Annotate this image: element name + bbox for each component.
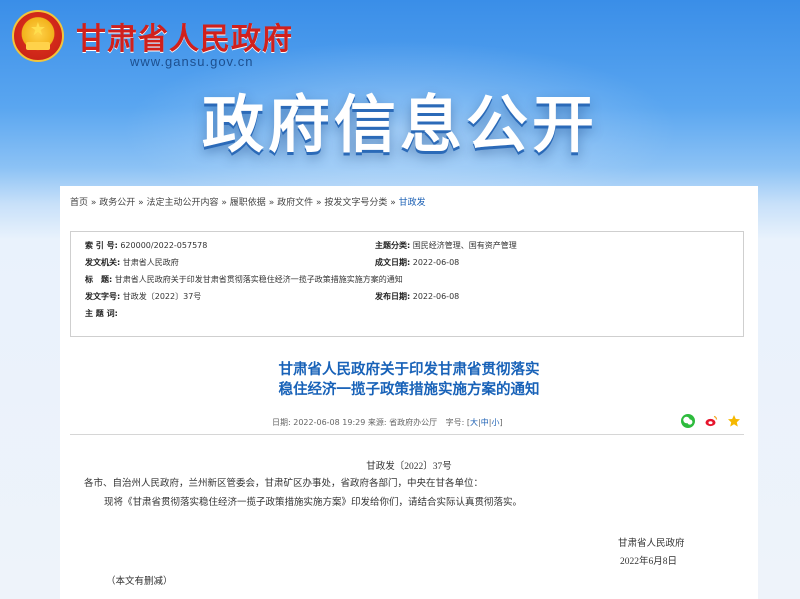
meta-created: 成文日期: 2022-06-08	[375, 257, 459, 268]
article-title: 甘肃省人民政府关于印发甘肃省贯彻落实 稳住经济一揽子政策措施实施方案的通知	[60, 360, 758, 400]
meta-title-label: 标 题:	[85, 275, 113, 284]
meta-published-value: 2022-06-08	[412, 292, 460, 301]
signature: 甘肃省人民政府	[618, 539, 685, 549]
font-size-large-button[interactable]: 大	[470, 418, 478, 427]
article-title-line-1: 甘肃省人民政府关于印发甘肃省贯彻落实	[278, 362, 540, 378]
meta-published: 发布日期: 2022-06-08	[375, 291, 459, 302]
breadcrumb-item-gov-docs[interactable]: 政府文件	[277, 198, 313, 208]
document-metadata-box: 索 引 号: 620000/2022-057578 主题分类: 国民经济管理、国…	[70, 231, 744, 337]
meta-keywords: 主 题 词:	[85, 308, 118, 319]
site-title[interactable]: 甘肃省人民政府	[76, 14, 293, 58]
wechat-icon[interactable]	[681, 414, 695, 428]
recipients: 各市、自治州人民政府，兰州新区管委会，甘肃矿区办事处，省政府各部门，中央在甘各单…	[84, 479, 484, 489]
sign-date: 2022年6月8日	[620, 557, 678, 567]
meta-index: 索 引 号: 620000/2022-057578	[85, 240, 207, 251]
national-emblem-icon: ★	[12, 10, 64, 62]
breadcrumb-item-basis[interactable]: 履职依据	[230, 198, 266, 208]
meta-docno-value: 甘政发〔2022〕37号	[122, 292, 202, 301]
article-date: 日期: 2022-06-08 19:29	[272, 418, 366, 427]
deletion-note: （本文有删减）	[106, 577, 173, 587]
article-title-line-2: 稳住经济一揽子政策措施实施方案的通知	[278, 382, 540, 398]
meta-index-label: 索 引 号:	[85, 241, 118, 250]
meta-published-label: 发布日期:	[375, 292, 411, 301]
meta-title-value: 甘肃省人民政府关于印发甘肃省贯彻落实稳住经济一揽子政策措施实施方案的通知	[114, 275, 403, 284]
meta-issuer-label: 发文机关:	[85, 258, 121, 267]
meta-topic-value: 国民经济管理、国有资产管理	[412, 241, 517, 250]
site-url[interactable]: www.gansu.gov.cn	[130, 54, 253, 69]
favorite-icon[interactable]	[727, 414, 741, 428]
font-size-medium-button[interactable]: 中	[481, 418, 489, 427]
meta-issuer-value: 甘肃省人民政府	[122, 258, 179, 267]
doc-number: 甘政发〔2022〕37号	[366, 462, 452, 472]
breadcrumb: 首页 » 政务公开 » 法定主动公开内容 » 履职依据 » 政府文件 » 按发文…	[70, 198, 426, 208]
meta-topic-label: 主题分类:	[375, 241, 411, 250]
meta-topic: 主题分类: 国民经济管理、国有资产管理	[375, 240, 517, 251]
breadcrumb-item-current[interactable]: 甘政发	[399, 198, 426, 208]
meta-issuer: 发文机关: 甘肃省人民政府	[85, 257, 179, 268]
content-panel: 首页 » 政务公开 » 法定主动公开内容 » 履职依据 » 政府文件 » 按发文…	[60, 186, 758, 599]
meta-docno-label: 发文字号:	[85, 292, 121, 301]
meta-keywords-label: 主 题 词:	[85, 309, 118, 318]
meta-docno: 发文字号: 甘政发〔2022〕37号	[85, 291, 201, 302]
breadcrumb-item-home[interactable]: 首页	[70, 198, 88, 208]
weibo-icon[interactable]	[704, 414, 718, 428]
breadcrumb-item-by-docno[interactable]: 按发文字号分类	[324, 198, 387, 208]
font-size-label: 字号:	[445, 418, 465, 427]
banner-title: 政府信息公开	[201, 88, 598, 161]
breadcrumb-item-gov-affairs[interactable]: 政务公开	[99, 198, 135, 208]
article-body: 现将《甘肃省贯彻落实稳住经济一揽子政策措施实施方案》印发给你们，请结合实际认真贯…	[104, 498, 523, 508]
meta-created-label: 成文日期:	[375, 258, 411, 267]
breadcrumb-item-statutory[interactable]: 法定主动公开内容	[147, 198, 219, 208]
meta-title: 标 题: 甘肃省人民政府关于印发甘肃省贯彻落实稳住经济一揽子政策措施实施方案的通…	[85, 274, 403, 285]
article-source: 来源: 省政府办公厅	[367, 418, 438, 427]
meta-index-value: 620000/2022-057578	[120, 241, 208, 250]
meta-created-value: 2022-06-08	[412, 258, 460, 267]
article-info-text: 日期: 2022-06-08 19:29 来源: 省政府办公厅 字号: [大|中…	[272, 418, 503, 427]
article-info-bar: 日期: 2022-06-08 19:29 来源: 省政府办公厅 字号: [大|中…	[70, 412, 744, 435]
